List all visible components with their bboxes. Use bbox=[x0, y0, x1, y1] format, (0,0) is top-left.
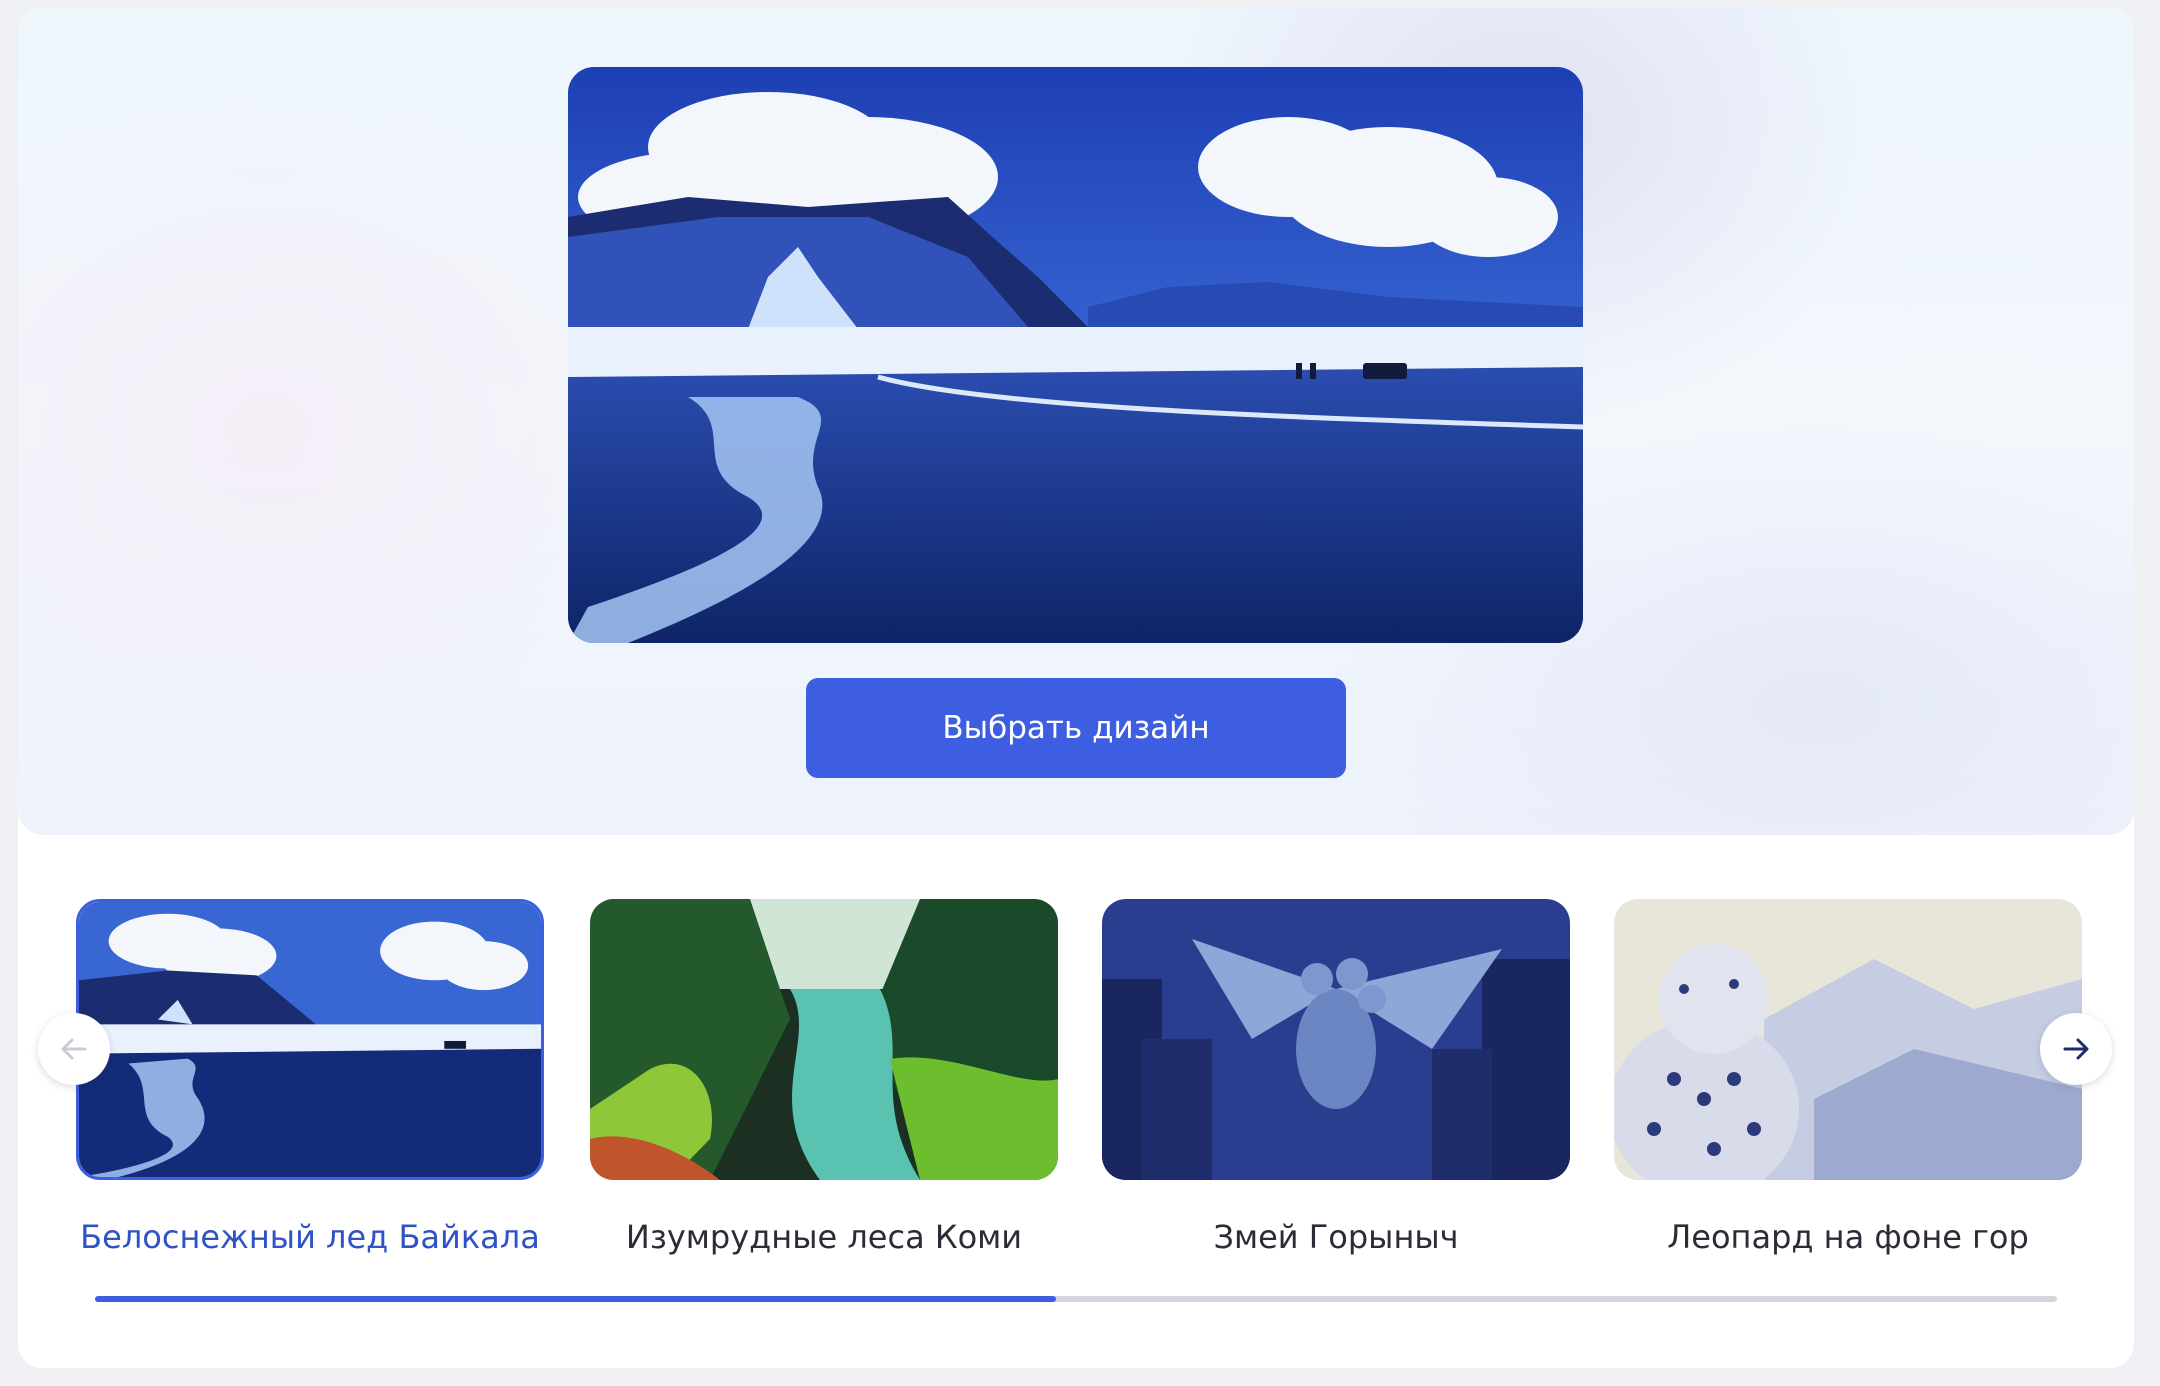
thumb-leopard[interactable] bbox=[1614, 899, 2082, 1180]
baikal-ice-illustration-icon bbox=[79, 902, 541, 1177]
arrow-right-icon bbox=[2063, 1038, 2089, 1060]
thumb-label-leopard[interactable]: Леопард на фоне гор bbox=[1588, 1218, 2108, 1256]
thumb-label-baikal-ice[interactable]: Белоснежный лед Байкала bbox=[50, 1218, 570, 1256]
design-picker-card: Выбрать дизайн Белоснежный лед Байкала И… bbox=[18, 8, 2134, 1368]
arrow-left-icon bbox=[61, 1038, 87, 1060]
hero-section: Выбрать дизайн bbox=[18, 8, 2134, 835]
leopard-illustration-icon bbox=[1614, 899, 2082, 1180]
thumb-dragon[interactable] bbox=[1102, 899, 1570, 1180]
baikal-ice-image bbox=[568, 67, 1583, 643]
choose-design-button[interactable]: Выбрать дизайн bbox=[806, 678, 1346, 778]
carousel-next-button[interactable] bbox=[2040, 1013, 2112, 1085]
dragon-illustration-icon bbox=[1102, 899, 1570, 1180]
thumb-label-komi-forest[interactable]: Изумрудные леса Коми bbox=[564, 1218, 1084, 1256]
selected-design-preview bbox=[568, 67, 1583, 643]
thumb-baikal-ice[interactable] bbox=[76, 899, 544, 1180]
carousel-prev-button[interactable] bbox=[38, 1013, 110, 1085]
carousel-progress-bar bbox=[95, 1296, 1057, 1302]
thumb-komi-forest[interactable] bbox=[590, 899, 1058, 1180]
carousel-progress-track bbox=[95, 1296, 2057, 1302]
thumb-label-dragon[interactable]: Змей Горыныч bbox=[1076, 1218, 1596, 1256]
komi-forest-illustration-icon bbox=[590, 899, 1058, 1180]
